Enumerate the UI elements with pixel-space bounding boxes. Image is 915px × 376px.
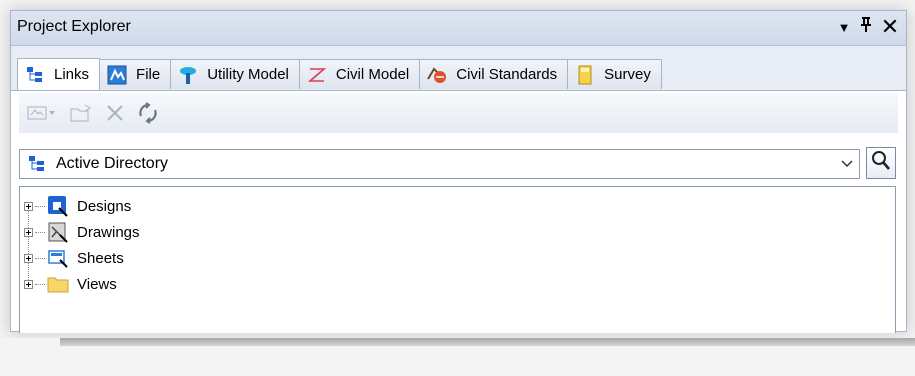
views-folder-icon: [47, 273, 69, 295]
shadow-bar: [60, 338, 915, 346]
tab-label: Civil Model: [335, 66, 410, 83]
panel-menu-icon[interactable]: ▼: [834, 16, 854, 40]
tree-node-label: Views: [77, 275, 117, 293]
tree-node-designs[interactable]: Designs: [24, 193, 131, 219]
open-folder-icon[interactable]: [69, 103, 93, 123]
tab-label: Survey: [604, 66, 651, 83]
panel-title-bar[interactable]: Project Explorer ▼ ✕: [11, 11, 906, 46]
directory-select-value: Active Directory: [56, 155, 169, 172]
tab-links[interactable]: Links: [17, 58, 101, 90]
close-icon[interactable]: ✕: [880, 15, 900, 39]
tree-node-label: Drawings: [77, 223, 140, 241]
sheets-icon: [47, 247, 69, 269]
survey-icon: [574, 64, 596, 86]
tree-node-label: Designs: [77, 197, 132, 215]
tab-civil-standards[interactable]: Civil Standards: [419, 59, 569, 89]
search-button[interactable]: [866, 147, 896, 179]
utility-model-icon: [177, 64, 199, 86]
expand-icon[interactable]: [24, 227, 33, 237]
tab-survey[interactable]: Survey: [567, 59, 662, 89]
link-model-icon[interactable]: [27, 103, 57, 123]
tab-label: Utility Model: [207, 66, 289, 83]
tree-node-sheets[interactable]: Sheets: [24, 245, 124, 271]
tree-node-label: Sheets: [77, 249, 124, 267]
delete-icon[interactable]: [105, 103, 125, 123]
links-tree-icon: [24, 64, 46, 86]
project-explorer-panel: Project Explorer ▼ ✕ Links File Utility …: [10, 10, 907, 333]
expand-icon[interactable]: [24, 253, 33, 263]
links-tree-icon: [26, 153, 48, 175]
chevron-down-icon[interactable]: [841, 153, 853, 178]
tab-label: Links: [54, 66, 90, 83]
panel-title: Project Explorer: [17, 18, 131, 35]
tab-label: Civil Standards: [456, 66, 558, 83]
tab-strip: Links File Utility Model Civil Model Civ…: [17, 58, 662, 90]
tab-utility-model[interactable]: Utility Model: [170, 59, 300, 89]
directory-select[interactable]: Active Directory: [19, 149, 860, 179]
civil-standards-icon: [426, 64, 448, 86]
tab-file[interactable]: File: [99, 59, 172, 89]
refresh-icon[interactable]: [137, 102, 159, 124]
search-icon: [871, 150, 891, 176]
expand-icon[interactable]: [24, 201, 33, 211]
pin-icon[interactable]: [856, 15, 876, 39]
links-toolbar: [19, 93, 898, 133]
links-tab-content: Active Directory Designs Drawings Sheets…: [11, 90, 906, 333]
expand-icon[interactable]: [24, 279, 33, 289]
tree-node-drawings[interactable]: Drawings: [24, 219, 140, 245]
designs-icon: [47, 195, 69, 217]
tab-civil-model[interactable]: Civil Model: [298, 59, 421, 89]
file-icon: [106, 64, 128, 86]
tab-label: File: [136, 66, 161, 83]
tree-node-views[interactable]: Views: [24, 271, 117, 297]
links-tree: Designs Drawings Sheets Views: [19, 186, 896, 333]
drawings-icon: [47, 221, 69, 243]
civil-model-icon: [306, 64, 328, 86]
